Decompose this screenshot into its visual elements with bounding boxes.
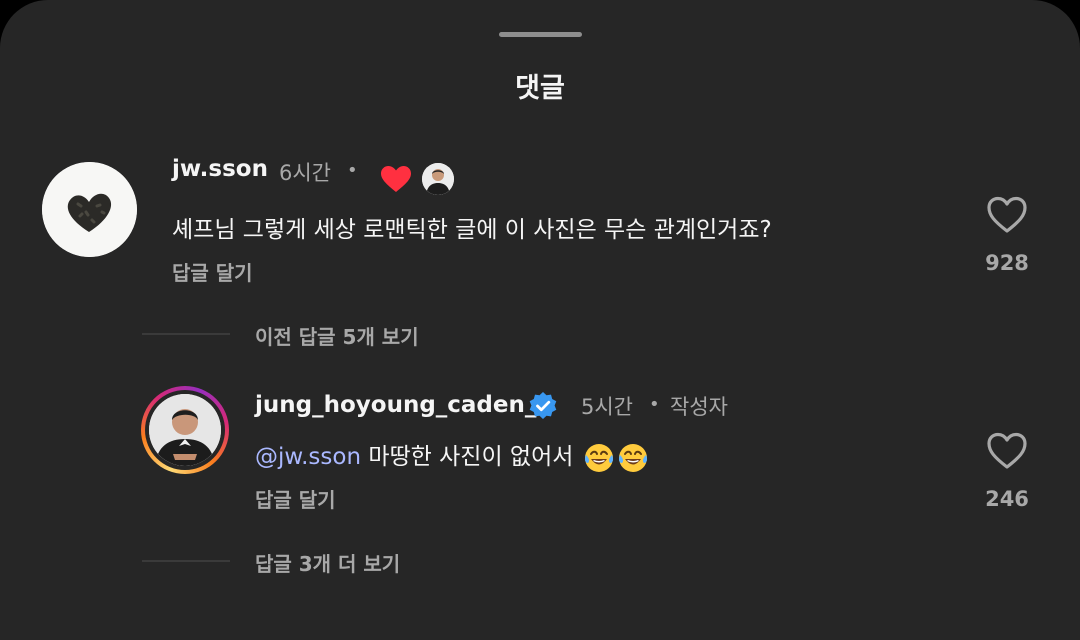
comment-text: 셰프님 그렇게 세상 로맨틱한 글에 이 사진은 무슨 관계인거죠?: [172, 217, 772, 243]
heart-outline-icon[interactable]: [986, 196, 1028, 234]
avatar: [149, 394, 221, 466]
comment-username[interactable]: jw.sson: [172, 156, 268, 182]
tears-of-joy-emoji: [618, 443, 647, 472]
story-ring-avatar[interactable]: [141, 386, 229, 474]
author-tag: 작성자: [670, 395, 728, 419]
sheet-title: 댓글: [515, 73, 565, 104]
view-more-replies[interactable]: 답글 3개 더 보기: [255, 548, 400, 577]
comment-text: @jw.sson 마땅한 사진이 없어서: [255, 437, 649, 474]
mention-link[interactable]: @jw.sson: [255, 444, 361, 470]
comment-text-body: 마땅한 사진이 없어서: [361, 444, 581, 470]
verified-badge-icon: [529, 392, 557, 419]
view-previous-replies[interactable]: 이전 답글 5개 보기: [255, 321, 419, 350]
reply-button[interactable]: 답글 달기: [255, 484, 336, 513]
comment-time: 5시간: [581, 395, 634, 419]
tears-of-joy-emoji: [584, 443, 613, 472]
reply-button[interactable]: 답글 달기: [172, 257, 253, 286]
chef-photo: [422, 163, 454, 195]
comments-sheet: 댓글 jw.sson 6시간 • 셰프님 그렇게 세상 로맨틱한 글에 이 사진…: [0, 0, 1080, 640]
heart-cookie-photo: [42, 162, 137, 257]
heart-outline-icon[interactable]: [986, 432, 1028, 470]
author-avatar-small: [422, 163, 454, 195]
chef-photo: [149, 394, 221, 466]
thread-line: [142, 560, 230, 562]
thread-line: [142, 333, 230, 335]
red-heart-icon: [381, 166, 411, 192]
like-count: 246: [985, 487, 1029, 511]
separator-dot: •: [649, 394, 660, 415]
drag-handle[interactable]: [499, 32, 582, 37]
like-count: 928: [985, 251, 1029, 275]
comment-username[interactable]: jung_hoyoung_caden_: [255, 392, 536, 418]
avatar[interactable]: [42, 162, 137, 257]
separator-dot: •: [347, 160, 358, 181]
comment-time: 6시간: [279, 161, 332, 185]
